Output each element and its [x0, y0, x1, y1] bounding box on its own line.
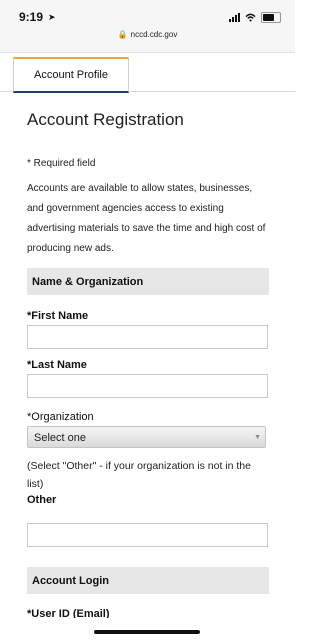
- browser-status-bar: 9:19 ➤ 🔒 nccd.cdc.gov: [0, 0, 295, 53]
- last-name-field[interactable]: [27, 374, 268, 398]
- other-label: Other: [27, 494, 57, 506]
- page-title: Account Registration: [27, 110, 184, 129]
- section-account-login: Account Login: [27, 567, 269, 594]
- other-field[interactable]: [27, 523, 268, 547]
- organization-select[interactable]: Select one ▼: [27, 426, 266, 448]
- address-bar[interactable]: 🔒 nccd.cdc.gov: [0, 30, 295, 39]
- home-indicator[interactable]: [94, 630, 200, 634]
- organization-hint: (Select "Other" - if your organization i…: [27, 460, 251, 490]
- url-text: nccd.cdc.gov: [130, 30, 178, 39]
- tab-label: Account Profile: [34, 68, 108, 81]
- tab-account-profile[interactable]: Account Profile: [13, 57, 129, 93]
- required-field-note: * Required field: [27, 158, 96, 169]
- wifi-icon: [245, 13, 256, 22]
- last-name-label: *Last Name: [27, 359, 87, 371]
- status-time: 9:19: [19, 10, 44, 24]
- tab-strip: Account Profile: [0, 53, 295, 93]
- chevron-down-icon: ▼: [254, 434, 261, 441]
- registration-form: Account Registration * Required field Ac…: [27, 110, 269, 618]
- organization-selected: Select one: [34, 432, 86, 444]
- first-name-label: *First Name: [27, 310, 89, 322]
- user-id-label: *User ID (Email): [27, 608, 110, 618]
- organization-label: *Organization: [27, 411, 94, 423]
- first-name-field[interactable]: [27, 325, 268, 349]
- location-arrow-icon: ➤: [48, 12, 56, 22]
- intro-text: Accounts are available to allow states, …: [27, 183, 266, 254]
- signal-icon: [229, 13, 240, 22]
- lock-icon: 🔒: [117, 30, 128, 39]
- section-name-organization: Name & Organization: [27, 268, 269, 295]
- status-icons: [229, 12, 281, 23]
- battery-icon: [261, 12, 281, 23]
